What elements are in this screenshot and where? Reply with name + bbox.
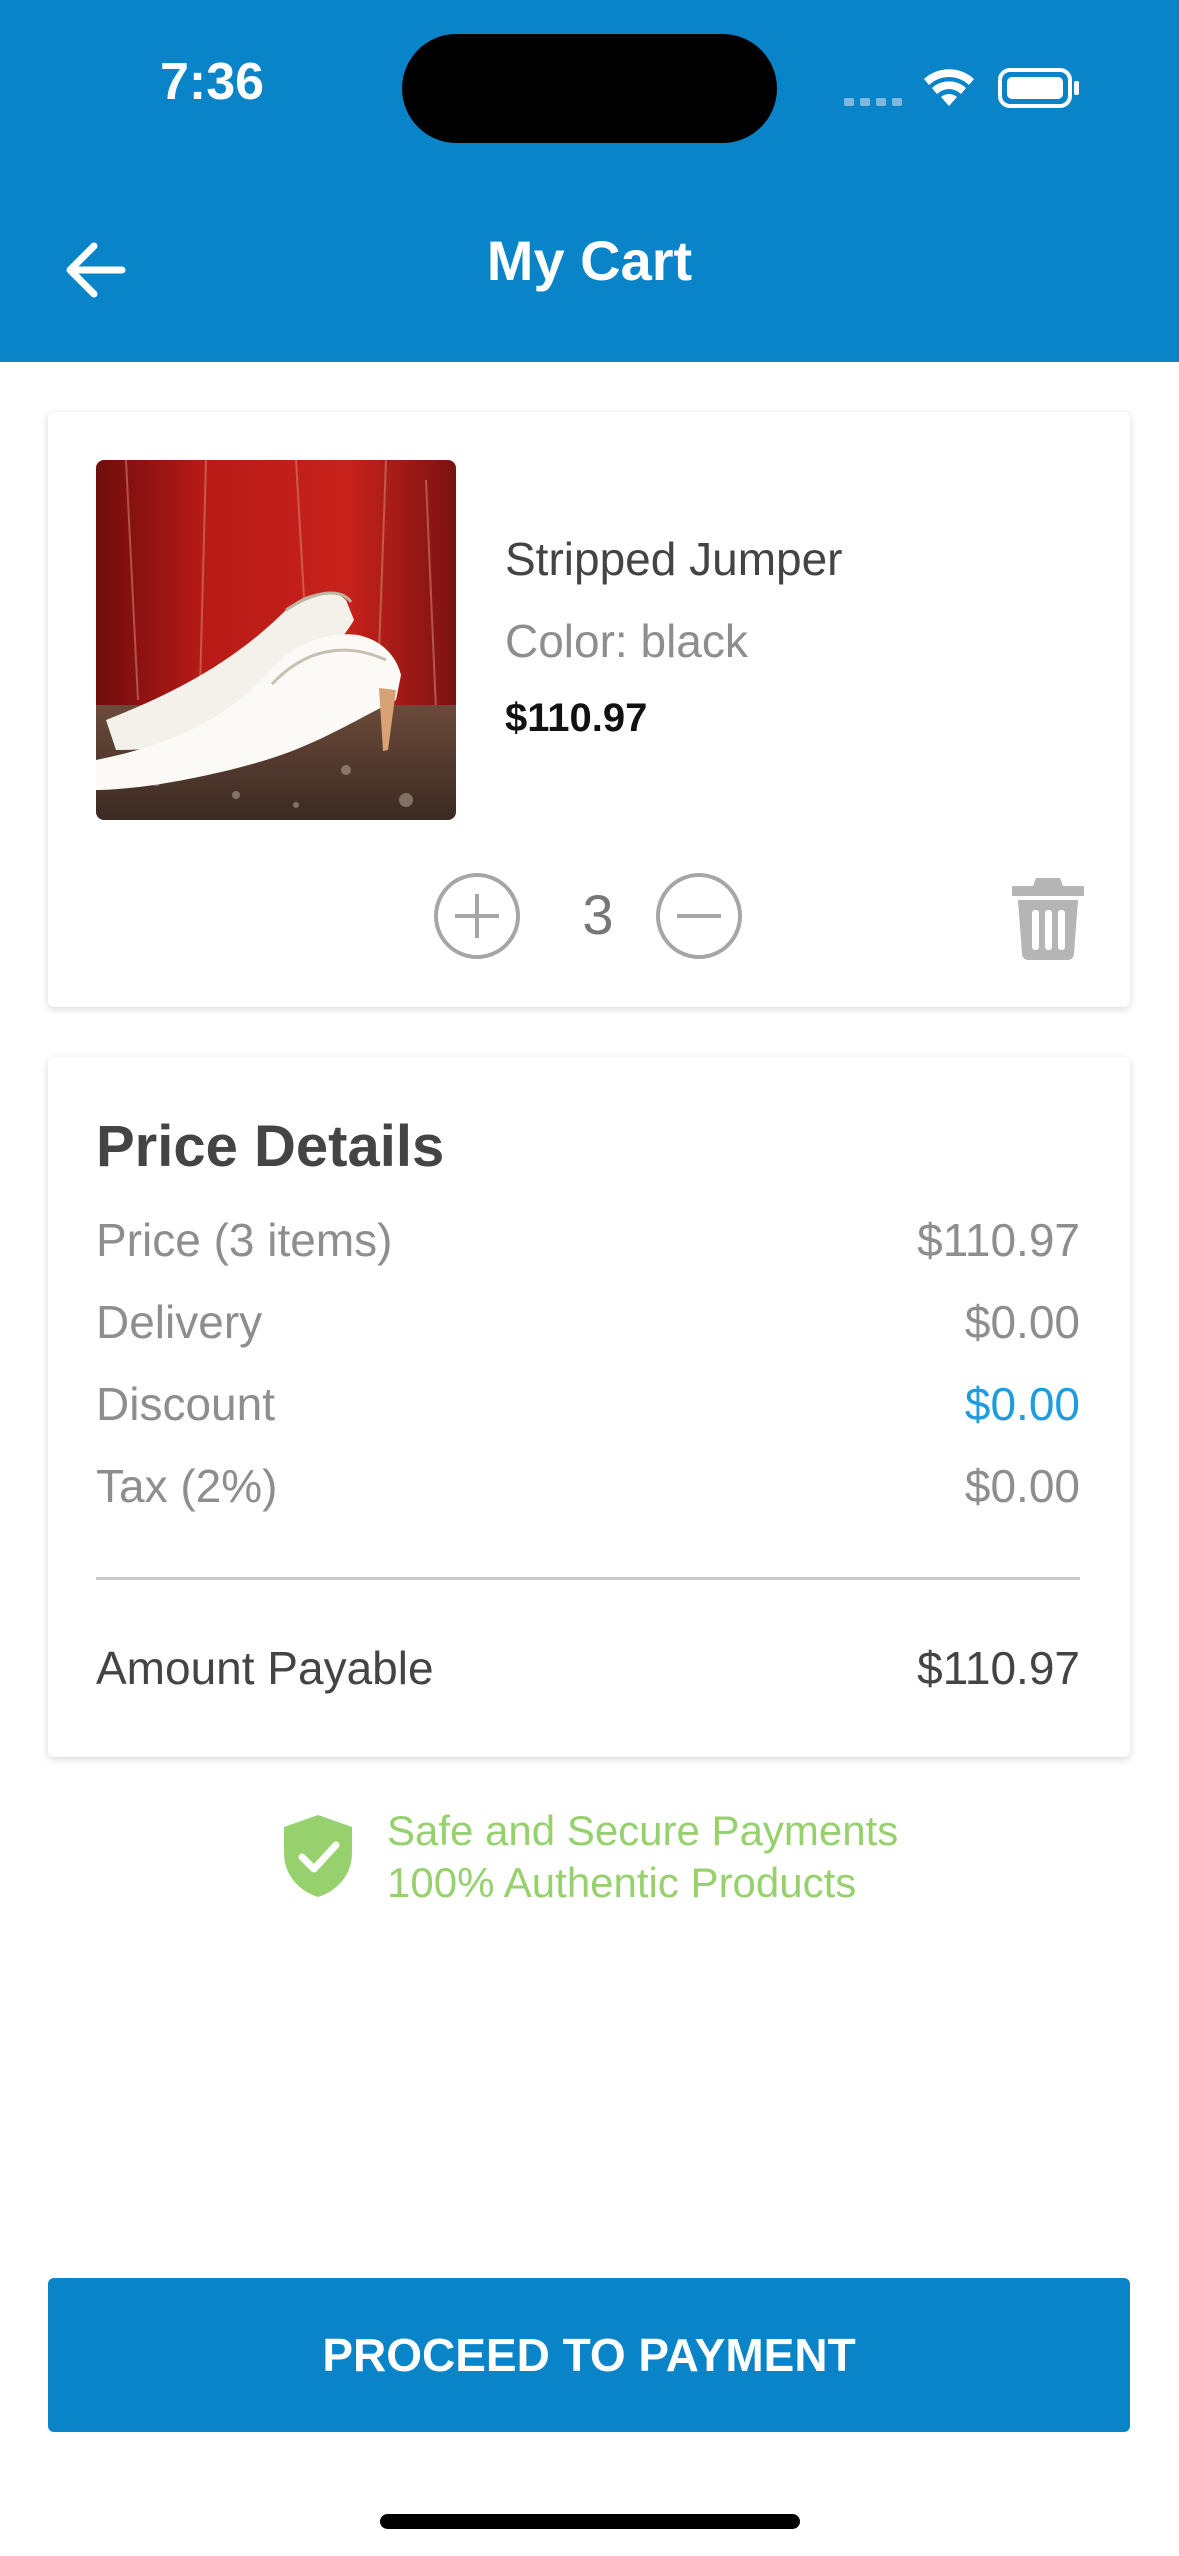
price-label: Price (3 items): [96, 1214, 393, 1266]
page-title: My Cart: [486, 229, 693, 292]
price-row: Price (3 items) $110.97: [96, 1213, 1080, 1273]
secure-payments-text: Safe and Secure Payments 100% Authentic …: [387, 1805, 898, 1909]
quantity-value: 3: [582, 883, 614, 946]
secure-line-1: Safe and Secure Payments: [387, 1807, 899, 1854]
decrease-quantity-button[interactable]: [655, 872, 743, 960]
proceed-to-payment-button[interactable]: PROCEED TO PAYMENT: [48, 2278, 1130, 2432]
trash-icon[interactable]: [1008, 874, 1088, 960]
delivery-row: Delivery $0.00: [96, 1295, 1080, 1355]
discount-value: $0.00: [964, 1378, 1080, 1430]
secure-line-2: 100% Authentic Products: [387, 1859, 857, 1906]
delivery-value: $0.00: [964, 1296, 1080, 1348]
delivery-label: Delivery: [96, 1296, 263, 1348]
divider: [96, 1577, 1080, 1580]
app-header: 7:36 My Cart: [0, 0, 1179, 362]
battery-icon: [998, 68, 1079, 108]
tax-label: Tax (2%): [96, 1460, 278, 1512]
discount-row: Discount $0.00: [96, 1377, 1080, 1437]
tax-row: Tax (2%) $0.00: [96, 1459, 1080, 1519]
price-details-title: Price Details: [96, 1114, 445, 1179]
product-price: $110.97: [505, 696, 648, 740]
discount-label: Discount: [96, 1378, 275, 1430]
dynamic-island: [402, 34, 777, 143]
tax-value: $0.00: [964, 1460, 1080, 1512]
shield-check-icon: [284, 1815, 352, 1897]
status-time: 7:36: [160, 53, 265, 111]
price-value: $110.97: [917, 1214, 1080, 1266]
price-details-card: Price Details Price (3 items) $110.97 De…: [48, 1057, 1130, 1757]
product-image[interactable]: [96, 460, 456, 820]
cart-item-card: Stripped Jumper Color: black $110.97 3: [48, 412, 1130, 1007]
wifi-icon: [924, 69, 974, 106]
amount-payable-value: $110.97: [917, 1642, 1080, 1694]
signal-icon: [844, 98, 902, 106]
increase-quantity-button[interactable]: [433, 872, 521, 960]
product-color: Color: black: [505, 615, 748, 667]
amount-payable-label: Amount Payable: [96, 1642, 434, 1694]
product-name[interactable]: Stripped Jumper: [505, 532, 843, 586]
home-indicator: [380, 2514, 800, 2529]
amount-payable-row: Amount Payable $110.97: [96, 1641, 1080, 1701]
status-icons: [844, 68, 1079, 108]
